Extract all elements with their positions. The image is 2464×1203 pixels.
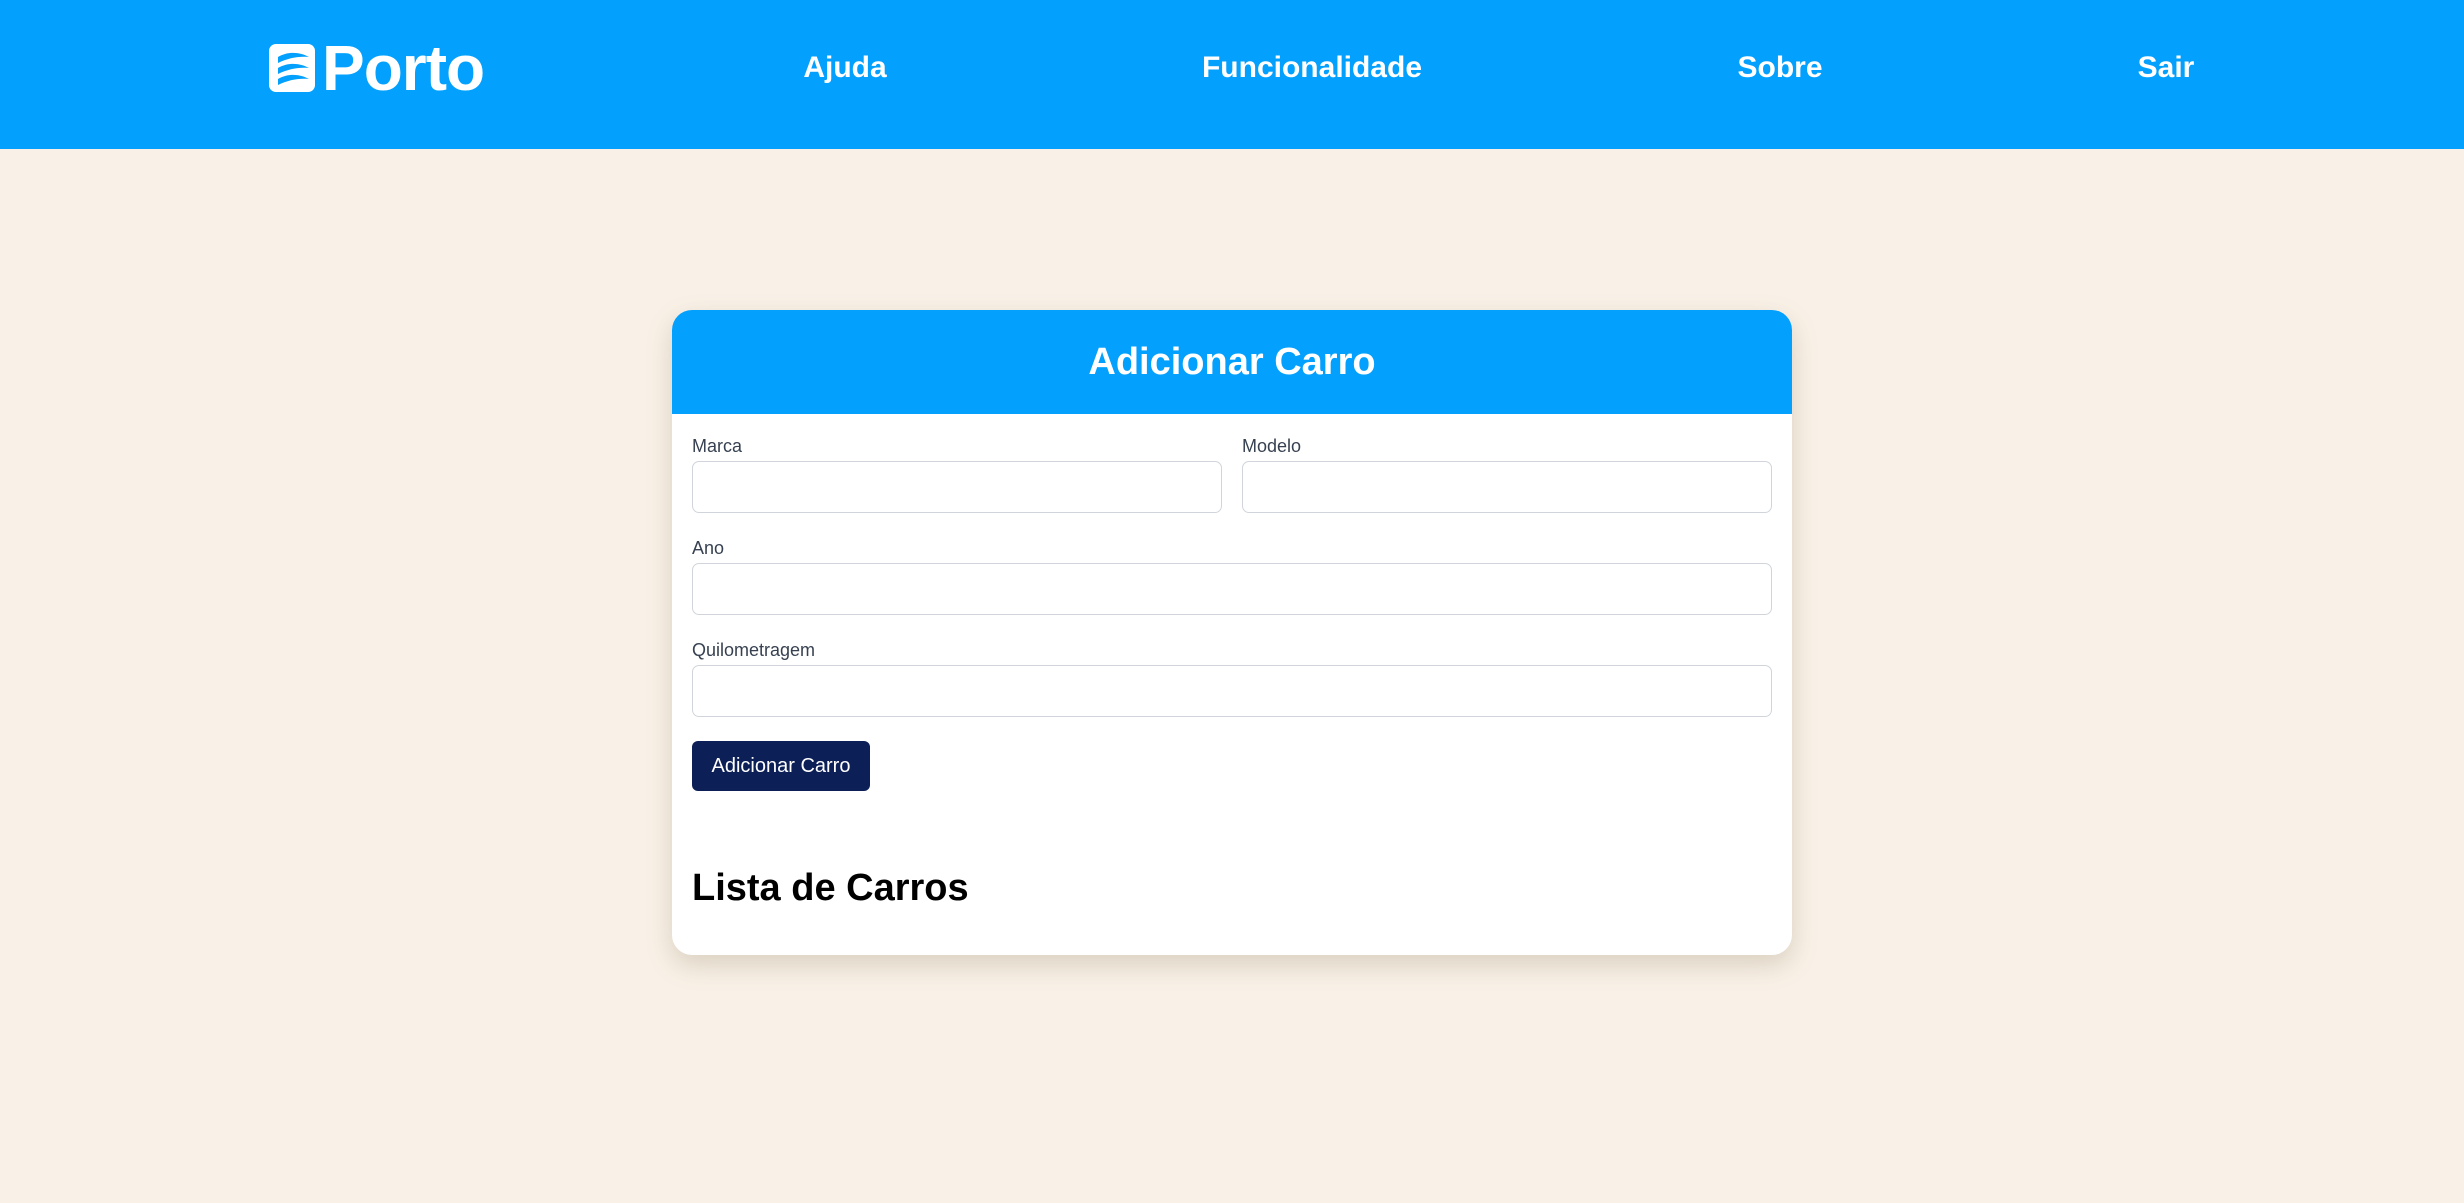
ano-input[interactable] bbox=[692, 563, 1772, 615]
nav-ajuda[interactable]: Ajuda bbox=[803, 51, 886, 85]
card-title: Adicionar Carro bbox=[1088, 340, 1376, 383]
porto-logo[interactable]: Porto bbox=[268, 32, 485, 104]
logo-text: Porto bbox=[322, 32, 485, 104]
marca-field: Marca bbox=[692, 435, 1222, 513]
card-header: Adicionar Carro bbox=[672, 310, 1792, 414]
nav-sobre[interactable]: Sobre bbox=[1737, 51, 1822, 85]
nav-sair[interactable]: Sair bbox=[2138, 51, 2195, 85]
top-navbar: Porto Ajuda Funcionalidade Sobre Sair bbox=[0, 0, 2464, 149]
modelo-field: Modelo bbox=[1242, 435, 1772, 513]
nav-funcionalidade[interactable]: Funcionalidade bbox=[1202, 51, 1422, 85]
add-car-button[interactable]: Adicionar Carro bbox=[692, 741, 870, 791]
ano-label: Ano bbox=[692, 538, 725, 558]
ano-field: Ano bbox=[692, 537, 1772, 615]
car-list-title: Lista de Carros bbox=[692, 867, 969, 909]
porto-sail-icon bbox=[269, 44, 315, 92]
quilometragem-field: Quilometragem bbox=[692, 639, 1772, 717]
modelo-input[interactable] bbox=[1242, 461, 1772, 513]
quilometragem-input[interactable] bbox=[692, 665, 1772, 717]
add-car-card: Adicionar Carro Marca Modelo Ano Quilome… bbox=[672, 310, 1792, 955]
modelo-label: Modelo bbox=[1242, 436, 1302, 456]
quilometragem-label: Quilometragem bbox=[692, 640, 816, 660]
marca-label: Marca bbox=[692, 436, 743, 456]
marca-input[interactable] bbox=[692, 461, 1222, 513]
